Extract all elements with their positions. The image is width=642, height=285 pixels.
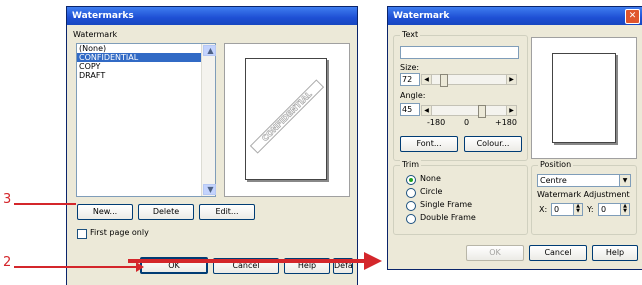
watermark-edit-preview [531,37,637,159]
watermark-list-label: Watermark [73,30,118,39]
chevron-down-icon[interactable]: ▼ [619,175,630,186]
flow-arrow [128,259,368,263]
text-group: Text Size: 72 ◀ ▶ Angle: 45 ◀ ▶ -180 0 +… [393,30,528,161]
edit-button[interactable]: Edit... [199,204,255,220]
edit-ok-button[interactable]: OK [466,245,524,261]
angle-input[interactable]: 45 [400,103,420,116]
watermark-text-input[interactable] [400,46,519,59]
size-right-icon[interactable]: ▶ [506,75,516,84]
callout-2-arrowhead-icon [136,262,144,272]
callout-3: 3 [3,192,12,207]
trim-none-label: None [420,174,441,183]
callout-2: 2 [3,255,12,270]
trim-single-frame-label: Single Frame [420,200,473,209]
size-slider-thumb[interactable] [440,74,448,87]
angle-slider-thumb[interactable] [478,105,486,118]
x-stepper[interactable]: 0 ▲ ▼ [551,203,583,216]
preview-watermark-text: CONFIDENTIAL [249,79,325,154]
angle-value: 45 [402,105,413,114]
scroll-down-icon[interactable]: ▼ [203,184,216,195]
size-left-icon[interactable]: ◀ [422,75,432,84]
x-value: 0 [554,205,560,214]
list-item-confidential[interactable]: CONFIDENTIAL [77,53,215,62]
size-slider[interactable]: ◀ ▶ [421,74,517,87]
edit-preview-page [552,53,616,143]
angle-slider[interactable]: ◀ ▶ [421,105,517,118]
first-page-only-label: First page only [90,228,149,237]
text-group-label: Text [400,30,421,39]
angle-tick-min: -180 [427,118,446,127]
position-group-label: Position [538,160,574,169]
preview-page: CONFIDENTIAL [245,58,327,180]
trim-single-frame-radio[interactable] [406,201,416,211]
position-group: Position Centre ▼ Watermark Adjustment X… [531,160,637,235]
angle-tick-mid: 0 [464,118,470,127]
delete-button[interactable]: Delete [138,204,194,220]
list-item-draft[interactable]: DRAFT [77,71,215,80]
y-spin-icon[interactable]: ▲ ▼ [620,204,629,215]
edit-help-button[interactable]: Help [592,245,638,261]
callout-2-line [14,266,138,268]
watermark-list[interactable]: (None) CONFIDENTIAL COPY DRAFT ▲ ▼ [76,43,216,197]
list-scrollbar[interactable]: ▲ ▼ [201,44,216,196]
watermark-edit-dialog: Watermark ✕ Text Size: 72 ◀ ▶ Angle: 45 … [387,6,642,270]
scroll-up-icon[interactable]: ▲ [203,45,216,56]
callout-3-line [14,203,76,205]
watermark-adjustment-label: Watermark Adjustment [537,190,630,199]
trim-group: Trim None Circle Single Frame Double Fra… [393,160,528,235]
flow-arrowhead-icon [364,252,382,270]
new-button[interactable]: New... [77,204,133,220]
y-stepper[interactable]: 0 ▲ ▼ [598,203,630,216]
position-selected-value: Centre [540,176,567,185]
trim-circle-label: Circle [420,187,443,196]
trim-group-label: Trim [400,160,422,169]
angle-right-icon[interactable]: ▶ [506,106,516,115]
list-item-copy[interactable]: COPY [77,62,215,71]
size-input[interactable]: 72 [400,73,420,86]
x-label: X: [539,205,548,214]
watermarks-title: Watermarks [67,7,357,25]
close-icon[interactable]: ✕ [625,9,640,24]
watermarks-dialog: Watermarks Watermark (None) CONFIDENTIAL… [66,6,358,285]
font-button[interactable]: Font... [400,136,458,152]
trim-double-frame-radio[interactable] [406,214,416,224]
y-label: Y: [587,205,594,214]
size-label: Size: [400,63,420,72]
angle-left-icon[interactable]: ◀ [422,106,432,115]
edit-cancel-button[interactable]: Cancel [529,245,587,261]
y-value: 0 [601,205,607,214]
watermark-edit-title: Watermark [388,7,642,25]
position-select[interactable]: Centre ▼ [537,174,631,187]
list-item-none[interactable]: (None) [77,44,215,53]
trim-circle-radio[interactable] [406,188,416,198]
angle-tick-max: +180 [495,118,517,127]
trim-none-radio[interactable] [406,175,416,185]
colour-button[interactable]: Colour... [464,136,522,152]
trim-double-frame-label: Double Frame [420,213,476,222]
watermark-preview: CONFIDENTIAL [224,43,350,197]
angle-label: Angle: [400,91,426,100]
size-value: 72 [402,75,413,84]
first-page-only-checkbox[interactable] [77,229,87,239]
x-spin-icon[interactable]: ▲ ▼ [573,204,582,215]
